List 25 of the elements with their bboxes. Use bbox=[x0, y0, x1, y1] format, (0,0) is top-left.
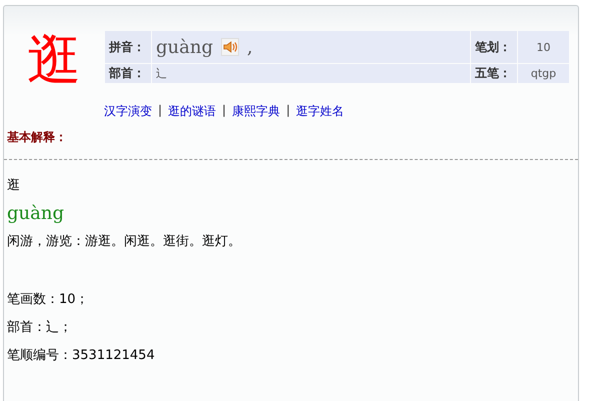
table-cell: qtgp bbox=[518, 64, 569, 83]
comma-text: , bbox=[246, 36, 253, 58]
dictionary-link[interactable]: 逛字姓名 bbox=[296, 103, 344, 120]
dictionary-link[interactable]: 汉字演变 bbox=[104, 103, 152, 120]
fact-text: 部首：辶； bbox=[7, 319, 73, 337]
fact-text: 笔画数：10； bbox=[7, 291, 90, 309]
link-separator: | bbox=[158, 103, 162, 119]
table-cell: 10 bbox=[518, 31, 569, 63]
character-heading: 逛 bbox=[26, 28, 82, 92]
table-label: 拼音： bbox=[105, 31, 151, 63]
definition-text: 闲游，游览：游逛。闲逛。逛街。逛灯。 bbox=[7, 233, 242, 251]
link-separator: | bbox=[286, 103, 290, 119]
dictionary-link[interactable]: 逛的谜语 bbox=[168, 103, 216, 120]
table-cell: 辶 bbox=[152, 64, 470, 83]
link-separator: | bbox=[222, 103, 226, 119]
table-label: 笔划： bbox=[471, 31, 517, 63]
speaker-icon[interactable] bbox=[220, 38, 239, 56]
table-label: 部首： bbox=[105, 64, 151, 83]
entry-pinyin: guàng bbox=[7, 202, 65, 226]
entry-character: 逛 bbox=[7, 177, 21, 195]
dictionary-link[interactable]: 康熙字典 bbox=[232, 103, 280, 120]
section-title: 基本解释： bbox=[7, 129, 68, 146]
fact-text: 笔顺编号：3531121454 bbox=[7, 347, 156, 365]
pinyin-text: guàng bbox=[156, 36, 213, 58]
table-label: 五笔： bbox=[471, 64, 517, 83]
